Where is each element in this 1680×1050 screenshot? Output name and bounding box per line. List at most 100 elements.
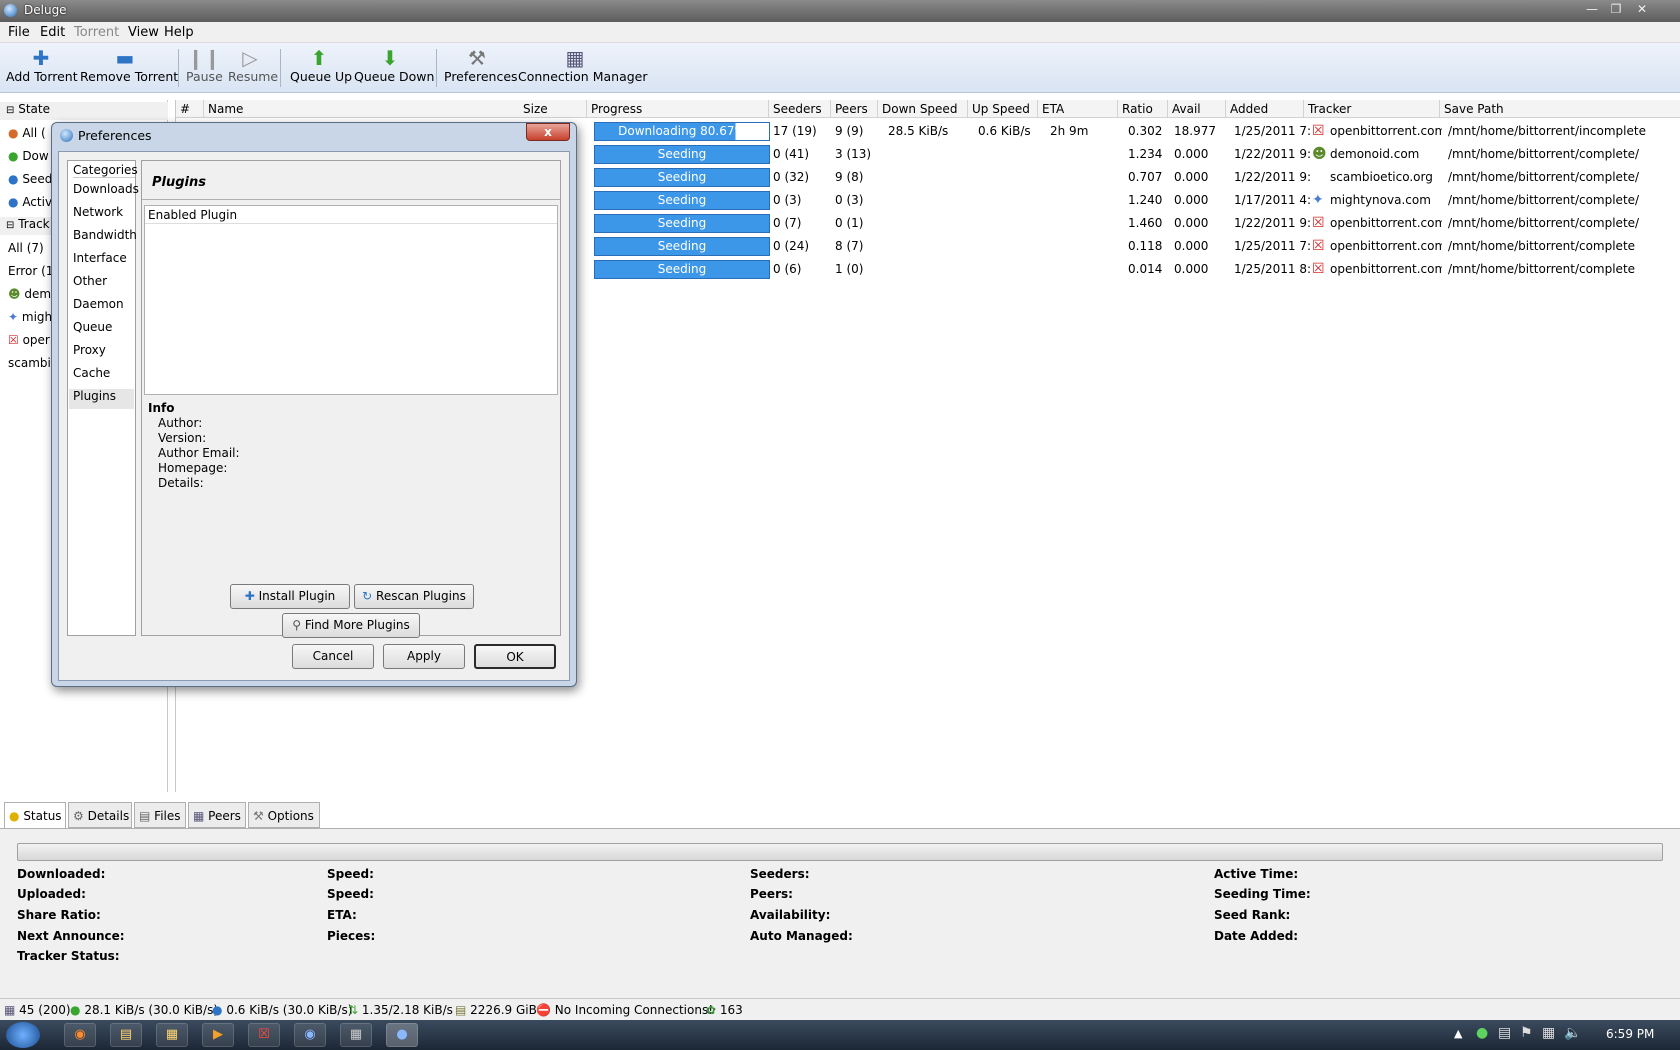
taskbar-deluge-icon[interactable]: ● [386,1023,418,1047]
taskbar-filezilla-icon[interactable]: ☒ [248,1023,280,1047]
openbittorrent-icon: ☒ [1312,261,1325,277]
incoming-connections-status[interactable]: ⛔ No Incoming Connections! [536,1003,713,1017]
remove-torrent-button[interactable]: ▬ Remove Torrent [80,47,178,84]
category-queue[interactable]: Queue [73,320,112,334]
taskbar-clock[interactable]: 6:59 PM [1606,1027,1654,1041]
download-rate-status[interactable]: ● 28.1 KiB/s (30.0 KiB/s) [70,1003,218,1017]
tab-options[interactable]: ⚒ Options [248,802,320,828]
minimize-icon[interactable]: — [1582,2,1602,18]
start-button[interactable] [6,1022,40,1048]
connections-status[interactable]: ▦ 45 (200) [4,1003,71,1017]
category-network[interactable]: Network [73,205,123,219]
cell-save-path: /mnt/home/bittorrent/complete/ [1448,147,1640,161]
col-header-up-speed[interactable]: Up Speed [968,100,1038,118]
taskbar: ◉ ▤ ▦ ▶ ☒ ◉ ▦ ● ▲ ● ▤ ⚑ ▦ 🔈 6:59 PM [0,1020,1680,1050]
pause-button[interactable]: ❙❙ Pause [186,47,223,84]
sidebar-state-downloading[interactable]: ● Dow [8,149,49,163]
cell-tracker: openbittorrent.com [1330,124,1442,138]
sidebar-tracker-demonoid[interactable]: ☻ dem [8,287,51,301]
preferences-button[interactable]: ⚒ Preferences [444,47,518,84]
tray-flag-icon[interactable]: ⚑ [1520,1025,1533,1041]
close-window-icon[interactable]: ✕ [1632,2,1652,18]
taskbar-connection-icon[interactable]: ▦ [340,1023,372,1047]
state-header[interactable]: ⊟ State [0,102,168,120]
col-header-tracker[interactable]: Tracker [1304,100,1440,118]
col-header-progress[interactable]: Progress [587,100,769,118]
sidebar-state-seeding[interactable]: ● Seed [8,172,52,186]
find-more-plugins-button[interactable]: ⚲ Find More Plugins [282,613,420,638]
plus-icon: ✚ [244,589,255,603]
cell-tracker: demonoid.com [1330,147,1420,161]
tray-printer-icon[interactable]: ▤ [1498,1025,1511,1041]
col-header-eta[interactable]: ETA [1038,100,1118,118]
taskbar-media-icon[interactable]: ▶ [202,1023,234,1047]
maximize-icon[interactable]: ❐ [1606,2,1626,18]
taskbar-firefox-icon[interactable]: ◉ [64,1023,96,1047]
queue-down-button[interactable]: ⬇ Queue Down [354,47,434,84]
col-header-seeders[interactable]: Seeders [769,100,831,118]
queue-up-button[interactable]: ⬆ Queue Up [290,47,352,84]
rescan-plugins-button[interactable]: ↻ Rescan Plugins [354,584,474,609]
menu-edit[interactable]: Edit [40,25,65,40]
sidebar-state-active[interactable]: ● Activ [8,195,52,209]
tab-status[interactable]: ● Status [4,802,66,828]
download-icon: ● [8,149,19,163]
progress-bar: Seeding [594,260,770,279]
upload-icon: ● [212,1003,223,1017]
col-header-avail[interactable]: Avail [1168,100,1226,118]
tray-network-icon[interactable]: ▦ [1542,1025,1555,1041]
taskbar-folder-icon[interactable]: ▦ [156,1023,188,1047]
cell-added: 1/22/2011 9:12 [1234,170,1310,184]
plugin-list[interactable]: Enabled Plugin [144,205,558,395]
taskbar-explorer-icon[interactable]: ▤ [110,1023,142,1047]
menu-view[interactable]: View [128,25,159,40]
tab-peers[interactable]: ▦ Peers [188,802,246,828]
col-header-peers[interactable]: Peers [831,100,878,118]
col-header-down-speed[interactable]: Down Speed [878,100,968,118]
sidebar-tracker-mightynova[interactable]: ✦ migh [8,310,52,324]
status-panel: Downloaded: Uploaded: Share Ratio: Next … [0,828,1680,998]
category-interface[interactable]: Interface [73,251,127,265]
col-header-plugin[interactable]: Plugin [200,208,237,222]
cancel-button[interactable]: Cancel [292,644,374,669]
category-daemon[interactable]: Daemon [73,297,124,311]
col-header-name[interactable]: Name [204,100,524,118]
tray-volume-icon[interactable]: 🔈 [1564,1025,1581,1041]
col-header-ratio[interactable]: Ratio [1118,100,1168,118]
resume-button[interactable]: ▷ Resume [228,47,278,84]
ok-button[interactable]: OK [474,644,556,669]
tray-expand-icon[interactable]: ▲ [1454,1027,1462,1040]
menu-help[interactable]: Help [164,25,194,40]
category-cache[interactable]: Cache [73,366,110,380]
download-speed-label: Speed: [327,867,374,881]
category-bandwidth[interactable]: Bandwidth [73,228,137,242]
sidebar-tracker-openbittorrent[interactable]: ☒ oper [8,333,50,347]
col-header-save-path[interactable]: Save Path [1440,100,1680,118]
apply-button[interactable]: Apply [383,644,465,669]
category-other[interactable]: Other [73,274,107,288]
col-header-index[interactable]: # [176,100,204,118]
category-plugins[interactable]: Plugins [69,389,134,409]
category-proxy[interactable]: Proxy [73,343,106,357]
install-plugin-button[interactable]: ✚ Install Plugin [230,584,350,609]
sidebar-tracker-all[interactable]: All (7) [8,241,44,255]
col-header-enabled[interactable]: Enabled [148,208,197,222]
cell-peers: 0 (1) [835,216,864,230]
col-header-size[interactable]: Size [519,100,587,118]
category-downloads[interactable]: Downloads [73,182,139,196]
sidebar-state-all[interactable]: ● All ( [8,126,46,140]
info-version-label: Version: [158,431,207,445]
taskbar-globe-icon[interactable]: ◉ [294,1023,326,1047]
next-announce-label: Next Announce: [17,929,125,943]
add-torrent-button[interactable]: ✚ Add Torrent [6,47,78,84]
dialog-close-button[interactable]: x [526,123,570,141]
tab-details[interactable]: ⚙ Details [68,802,132,828]
tray-deluge-icon[interactable]: ● [1476,1025,1488,1041]
tab-files[interactable]: ▤ Files [134,802,186,828]
upload-rate-status[interactable]: ● 0.6 KiB/s (30.0 KiB/s) [212,1003,352,1017]
col-header-added[interactable]: Added [1226,100,1304,118]
connection-manager-button[interactable]: ▦ Connection Manager [518,47,648,84]
cell-avail: 18.977 [1174,124,1216,138]
menu-torrent[interactable]: Torrent [74,25,119,40]
menu-file[interactable]: File [8,25,30,40]
